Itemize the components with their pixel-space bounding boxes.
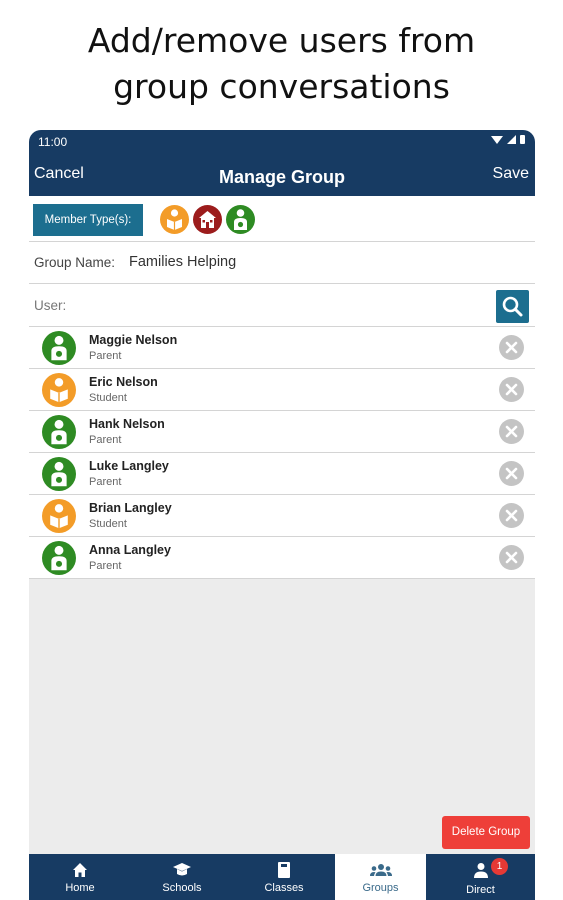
book-icon: [278, 862, 290, 878]
search-icon: [502, 296, 523, 317]
save-button[interactable]: Save: [493, 165, 529, 183]
user-search-input[interactable]: [71, 291, 495, 321]
remove-member-button[interactable]: [499, 419, 524, 444]
member-role: Parent: [89, 434, 122, 446]
close-icon: [505, 467, 518, 480]
group-name-label: Group Name:: [34, 255, 116, 270]
member-role: Parent: [89, 476, 122, 488]
member-row[interactable]: Brian Langley Student: [29, 495, 535, 537]
close-icon: [505, 425, 518, 438]
status-bar: 11:00: [29, 130, 535, 152]
remove-member-button[interactable]: [499, 503, 524, 528]
member-row[interactable]: Luke Langley Parent: [29, 453, 535, 495]
app-header: Cancel Manage Group Save: [29, 152, 535, 196]
tab-label: Direct: [466, 884, 495, 896]
signal-icon: [507, 135, 516, 144]
notification-badge: 1: [491, 858, 508, 875]
graduation-cap-icon: [173, 863, 191, 876]
member-types-row: Member Type(s):: [29, 196, 535, 242]
remove-member-button[interactable]: [499, 545, 524, 570]
member-row[interactable]: Maggie Nelson Parent: [29, 327, 535, 369]
status-time: 11:00: [38, 135, 68, 149]
remove-member-button[interactable]: [499, 461, 524, 486]
member-name: Eric Nelson: [89, 375, 158, 389]
member-type-button[interactable]: Member Type(s):: [33, 204, 143, 236]
remove-member-button[interactable]: [499, 377, 524, 402]
search-button[interactable]: [496, 290, 529, 323]
student-icon: [42, 499, 76, 533]
parent-icon: [42, 331, 76, 365]
student-icon: [42, 373, 76, 407]
group-icon: [369, 864, 392, 876]
battery-icon: [520, 135, 525, 144]
member-name: Hank Nelson: [89, 417, 165, 431]
status-icons: [491, 135, 525, 144]
close-icon: [505, 509, 518, 522]
page-title: Manage Group: [218, 167, 345, 187]
bottom-tab-bar: Home Schools Classes Groups Direct 1: [29, 854, 535, 900]
member-row[interactable]: Eric Nelson Student: [29, 369, 535, 411]
school-icon[interactable]: [193, 205, 222, 234]
close-icon: [505, 341, 518, 354]
group-name-field[interactable]: Families Helping: [129, 254, 236, 270]
parent-icon[interactable]: [226, 205, 255, 234]
tab-label: Schools: [162, 882, 202, 894]
headline-line-2: group conversations: [113, 67, 450, 106]
phone-screen: 11:00 Cancel Manage Group Save Member Ty…: [29, 130, 535, 900]
member-name: Luke Langley: [89, 459, 169, 473]
close-icon: [505, 383, 518, 396]
remove-member-button[interactable]: [499, 335, 524, 360]
home-icon: [73, 863, 87, 877]
user-label: User:: [34, 298, 67, 313]
parent-icon: [42, 457, 76, 491]
member-name: Anna Langley: [89, 543, 171, 557]
member-role: Student: [89, 518, 127, 530]
tab-direct[interactable]: Direct: [426, 854, 535, 900]
parent-icon: [42, 415, 76, 449]
tab-label: Groups: [362, 882, 399, 894]
tab-groups[interactable]: Groups: [335, 854, 426, 900]
page-headline: Add/remove users from group conversation…: [0, 18, 563, 110]
member-row[interactable]: Hank Nelson Parent: [29, 411, 535, 453]
member-role: Parent: [89, 560, 122, 572]
parent-icon: [42, 541, 76, 575]
person-icon: [473, 863, 488, 878]
headline-line-1: Add/remove users from: [87, 21, 476, 60]
member-role: Student: [89, 392, 127, 404]
group-name-row: Group Name: Families Helping: [29, 242, 535, 284]
tab-classes[interactable]: Classes: [233, 854, 335, 900]
member-name: Brian Langley: [89, 501, 172, 515]
tab-schools[interactable]: Schools: [131, 854, 233, 900]
delete-group-button[interactable]: Delete Group: [442, 816, 530, 849]
tab-home[interactable]: Home: [29, 854, 131, 900]
member-row[interactable]: Anna Langley Parent: [29, 537, 535, 579]
tab-label: Home: [65, 882, 95, 894]
member-name: Maggie Nelson: [89, 333, 178, 347]
close-icon: [505, 551, 518, 564]
user-search-row: User:: [29, 284, 535, 327]
wifi-icon: [491, 135, 503, 144]
tab-label: Classes: [264, 882, 304, 894]
member-role: Parent: [89, 350, 122, 362]
student-icon[interactable]: [160, 205, 189, 234]
